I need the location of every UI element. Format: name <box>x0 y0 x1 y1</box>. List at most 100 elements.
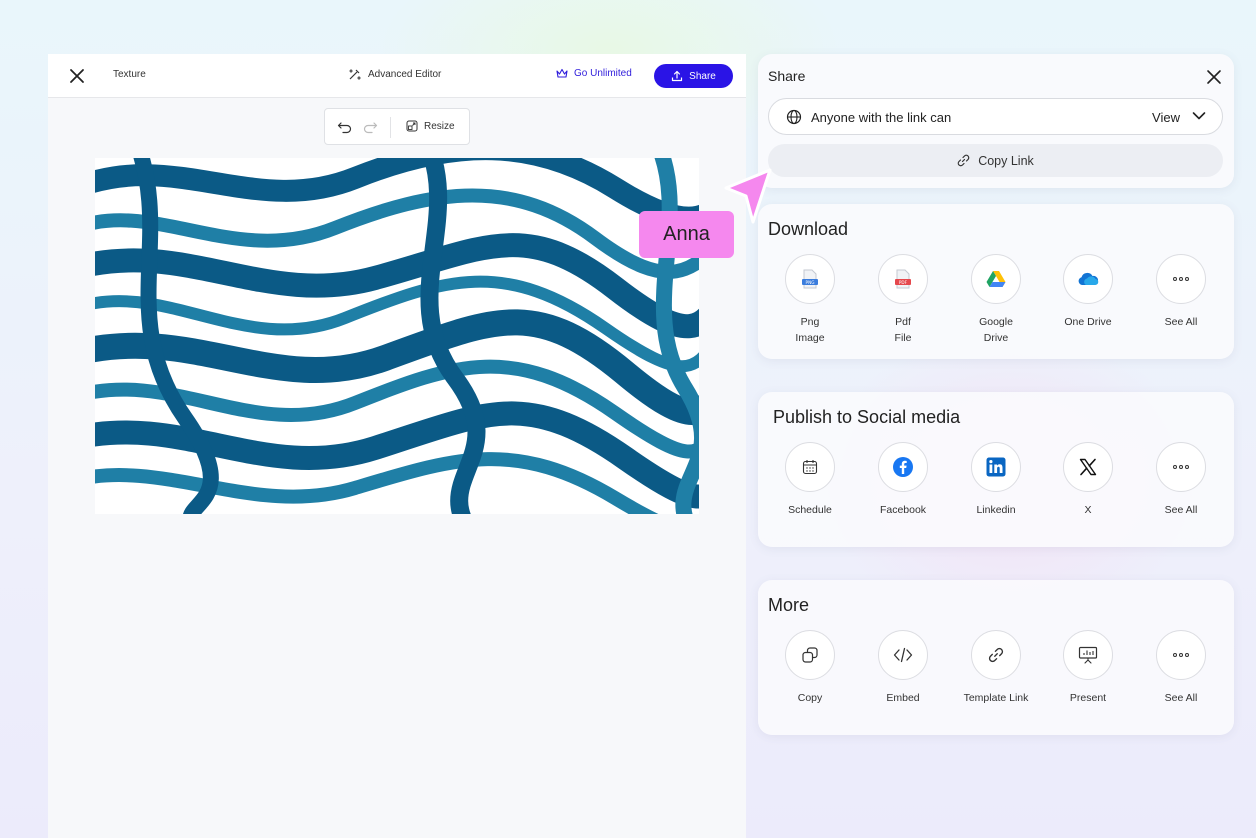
download-panel: Download PNG Png Image PDF Pdf File Goog… <box>758 204 1234 359</box>
copy-circle <box>785 630 835 680</box>
download-title: Download <box>768 219 849 239</box>
download-see-all-label: See All <box>1164 316 1198 328</box>
upload-icon <box>672 70 683 82</box>
schedule-button[interactable]: Schedule <box>764 442 856 518</box>
onedrive-button[interactable]: One Drive <box>1042 254 1134 330</box>
social-see-all-label: See All <box>1164 504 1198 516</box>
social-media-panel: Publish to Social media Schedule Faceboo <box>758 392 1234 547</box>
pdf-badge: PDF <box>899 280 908 285</box>
x-label: X <box>1084 504 1092 516</box>
social-media-title: Publish to Social media <box>773 407 961 427</box>
png-badge: PNG <box>806 280 815 285</box>
download-pdf-label: Pdf File <box>894 316 912 344</box>
close-icon[interactable] <box>68 67 86 85</box>
download-see-all-button[interactable]: See All <box>1135 254 1227 330</box>
download-pdf-circle: PDF <box>878 254 928 304</box>
present-circle <box>1063 630 1113 680</box>
more-panel: More Copy Embed Template Link Present Se… <box>758 580 1234 735</box>
share-panel-title: Share <box>768 68 806 84</box>
download-png-label: Png Image <box>795 316 825 344</box>
x-circle <box>1063 442 1113 492</box>
embed-code-icon <box>893 647 913 663</box>
embed-button[interactable]: Embed <box>857 630 949 706</box>
share-button-label: Share <box>689 70 716 82</box>
more-see-all-circle <box>1156 630 1206 680</box>
schedule-label: Schedule <box>788 504 832 516</box>
copy-icon <box>802 647 818 663</box>
template-link-label: Template Link <box>963 692 1029 704</box>
resize-button[interactable]: Resize <box>406 120 455 132</box>
share-button[interactable]: Share <box>654 64 733 88</box>
onedrive-label: One Drive <box>1064 316 1112 328</box>
close-icon[interactable] <box>1206 69 1222 85</box>
calendar-icon <box>802 460 818 475</box>
more-title: More <box>768 595 810 615</box>
copy-button[interactable]: Copy <box>764 630 856 706</box>
link-access-mode: View <box>1152 110 1180 125</box>
linkedin-label: Linkedin <box>976 504 1016 516</box>
copy-label: Copy <box>797 692 823 704</box>
download-png-button[interactable]: PNG Png Image <box>764 254 856 346</box>
presentation-icon <box>1078 646 1098 664</box>
copy-link-label: Copy Link <box>978 153 1034 168</box>
x-button[interactable]: X <box>1042 442 1134 518</box>
go-unlimited-label: Go Unlimited <box>574 68 632 79</box>
download-see-all-circle <box>1156 254 1206 304</box>
x-icon <box>1079 458 1097 476</box>
design-canvas[interactable] <box>95 158 699 514</box>
document-title: Texture <box>113 69 146 80</box>
link-access-dropdown[interactable]: Anyone with the link can View <box>768 98 1223 135</box>
resize-label: Resize <box>424 120 455 132</box>
canvas-toolbar: Resize <box>324 108 470 145</box>
link-icon <box>957 154 970 167</box>
more-icon <box>1173 277 1189 281</box>
facebook-button[interactable]: Facebook <box>857 442 949 518</box>
template-link-circle <box>971 630 1021 680</box>
png-file-icon: PNG <box>802 269 818 289</box>
google-drive-button[interactable]: Google Drive <box>950 254 1042 346</box>
link-access-label: Anyone with the link can <box>811 110 952 125</box>
collaborator-name-tag: Anna <box>639 211 734 258</box>
onedrive-circle <box>1063 254 1113 304</box>
copy-link-button[interactable]: Copy Link <box>768 144 1223 177</box>
crown-icon <box>556 68 568 78</box>
google-drive-label: Google Drive <box>979 316 1013 344</box>
google-drive-circle <box>971 254 1021 304</box>
share-panel: Share Anyone with the link can View Copy… <box>758 54 1234 188</box>
magic-wand-icon <box>349 69 361 80</box>
embed-label: Embed <box>886 692 920 704</box>
editor-window: Texture Advanced Editor Go Unlimited Sha… <box>48 54 746 838</box>
more-see-all-label: See All <box>1164 692 1198 704</box>
link-icon <box>988 647 1004 663</box>
linkedin-circle <box>971 442 1021 492</box>
social-see-all-button[interactable]: See All <box>1135 442 1227 518</box>
more-see-all-button[interactable]: See All <box>1135 630 1227 706</box>
present-button[interactable]: Present <box>1042 630 1134 706</box>
google-drive-icon <box>986 271 1006 287</box>
undo-icon[interactable] <box>337 120 353 134</box>
toolbar-divider <box>390 117 391 138</box>
advanced-editor-button[interactable]: Advanced Editor <box>348 68 441 81</box>
redo-icon[interactable] <box>362 120 378 134</box>
editor-top-bar: Texture Advanced Editor Go Unlimited Sha… <box>48 54 746 98</box>
download-png-circle: PNG <box>785 254 835 304</box>
template-link-button[interactable]: Template Link <box>950 630 1042 706</box>
facebook-label: Facebook <box>879 504 927 516</box>
embed-circle <box>878 630 928 680</box>
chevron-down-icon <box>1192 112 1206 120</box>
schedule-circle <box>785 442 835 492</box>
more-icon <box>1173 465 1189 469</box>
pdf-file-icon: PDF <box>895 269 911 289</box>
facebook-icon <box>893 457 913 477</box>
linkedin-button[interactable]: Linkedin <box>950 442 1042 518</box>
onedrive-icon <box>1078 272 1099 286</box>
go-unlimited-button[interactable]: Go Unlimited <box>556 68 632 79</box>
present-label: Present <box>1069 692 1107 704</box>
resize-icon <box>406 120 418 132</box>
social-see-all-circle <box>1156 442 1206 492</box>
download-pdf-button[interactable]: PDF Pdf File <box>857 254 949 346</box>
facebook-circle <box>878 442 928 492</box>
linkedin-icon <box>986 457 1006 477</box>
globe-icon <box>786 109 802 125</box>
advanced-editor-label: Advanced Editor <box>368 69 442 80</box>
